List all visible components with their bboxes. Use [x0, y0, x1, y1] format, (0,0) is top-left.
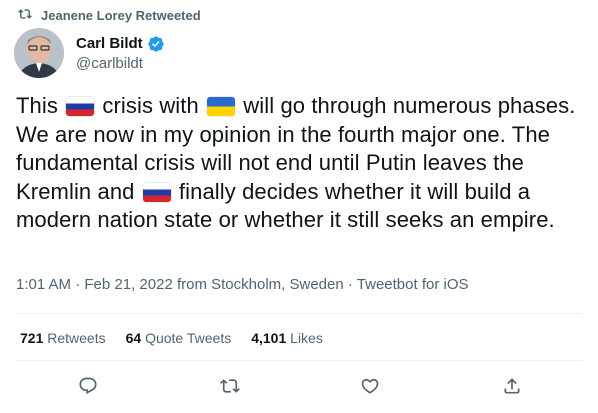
retweet-icon [18, 7, 32, 24]
tweet-metadata: 1:01 AM · Feb 21, 2022 from Stockholm, S… [16, 276, 469, 293]
verified-badge-icon [147, 35, 165, 53]
likes-stat[interactable]: 4,101 Likes [251, 330, 323, 346]
tweet-actions [0, 375, 598, 401]
tweet-date[interactable]: Feb 21, 2022 [84, 276, 172, 293]
like-icon [360, 376, 380, 401]
retweet-button[interactable] [217, 375, 243, 401]
reply-button[interactable] [75, 375, 101, 401]
retweet-icon [220, 376, 240, 401]
retweets-count: 721 [20, 330, 44, 346]
reply-icon [78, 376, 98, 401]
quote-tweets-count: 64 [125, 330, 142, 346]
user-handle[interactable]: @carlbildt [76, 55, 165, 72]
likes-label: Likes [290, 330, 323, 346]
avatar[interactable] [14, 28, 64, 78]
retweets-label: Retweets [47, 330, 106, 346]
tweet-author: Carl Bildt @carlbildt [14, 28, 165, 78]
quote-tweets-stat[interactable]: 64 Quote Tweets [126, 330, 232, 346]
likes-count: 4,101 [251, 330, 287, 346]
share-button[interactable] [499, 375, 525, 401]
russia-flag-icon [142, 182, 171, 202]
tweet-location[interactable]: from Stockholm, Sweden [177, 276, 344, 293]
retweet-context-text: Jeanene Lorey Retweeted [41, 7, 201, 23]
like-button[interactable] [357, 375, 383, 401]
tweet-text-segment: This [16, 93, 65, 118]
retweets-stat[interactable]: 721 Retweets [20, 330, 106, 346]
share-icon [502, 376, 522, 401]
tweet-text: This crisis with will go through numerou… [16, 92, 590, 235]
tweet-stats: 721 Retweets 64 Quote Tweets 4,101 Likes [20, 330, 323, 346]
meta-separator: · [343, 276, 357, 293]
divider [16, 313, 582, 314]
tweet-text-segment: crisis with [96, 93, 206, 118]
tweet-time[interactable]: 1:01 AM [16, 276, 71, 293]
divider [16, 360, 582, 361]
russia-flag-icon [66, 97, 95, 116]
display-name[interactable]: Carl Bildt [76, 35, 143, 52]
ukraine-flag-icon [207, 97, 236, 116]
meta-separator: · [71, 276, 85, 293]
tweet-client[interactable]: Tweetbot for iOS [357, 276, 469, 293]
retweet-context[interactable]: Jeanene Lorey Retweeted [18, 6, 201, 24]
quote-tweets-label: Quote Tweets [145, 330, 232, 346]
